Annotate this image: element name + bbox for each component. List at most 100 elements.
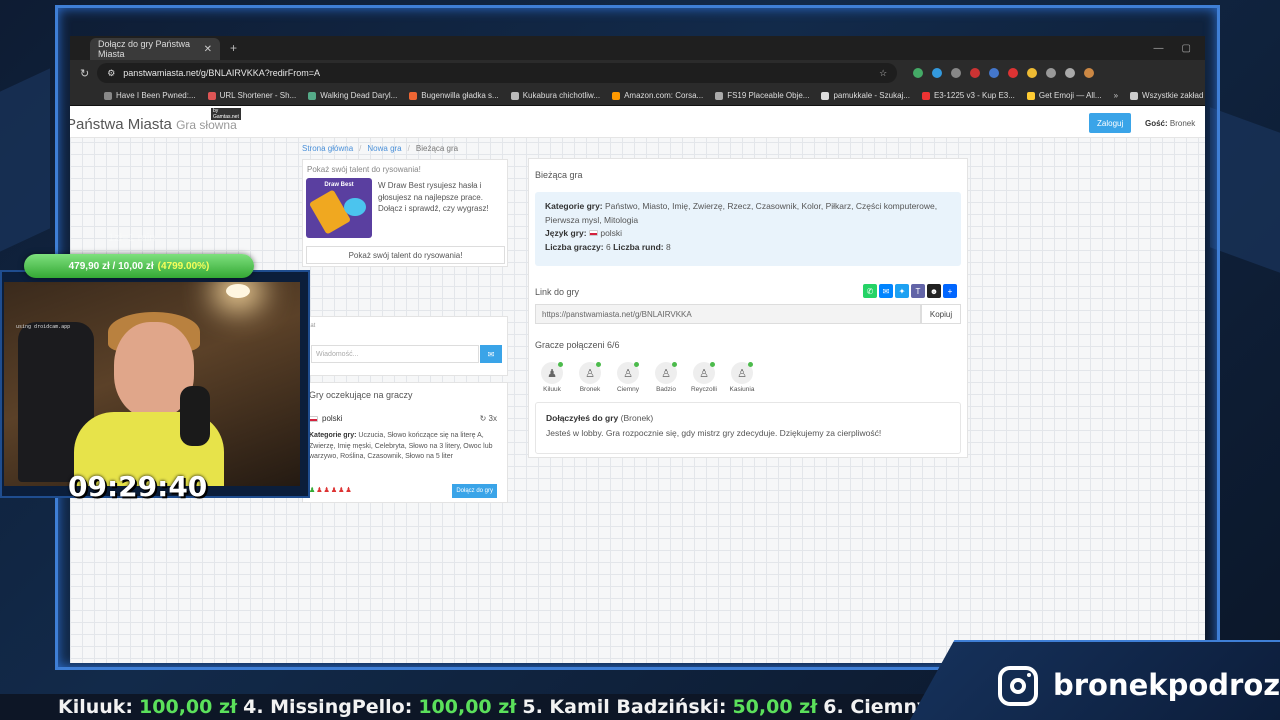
decor-shard xyxy=(0,68,50,252)
bookmark-star-icon[interactable]: ☆ xyxy=(879,68,887,79)
online-dot xyxy=(634,362,639,367)
bookmark-item[interactable]: pamukkale - Szukaj... xyxy=(821,91,910,100)
donation-percent: (4799.00%) xyxy=(157,260,210,272)
draw-best-image[interactable]: Draw Best xyxy=(306,178,372,238)
extension-icon[interactable] xyxy=(913,68,924,78)
user-icon: ♙ xyxy=(655,362,677,384)
ad-panel: Pokaż swój talent do rysowania! Draw Bes… xyxy=(302,159,508,267)
waiting-game-players-icon: ♟♟♟♟♟♟ xyxy=(309,487,353,494)
current-game-panel: Bieżąca gra Kategorie gry: Państwo, Mias… xyxy=(528,158,968,458)
online-dot xyxy=(672,362,677,367)
maximize-icon[interactable]: ▢ xyxy=(1182,43,1191,54)
bookmark-favicon-icon xyxy=(821,91,830,100)
bookmark-item[interactable]: Kukabura chichotliw... xyxy=(510,91,600,100)
new-tab-icon[interactable]: + xyxy=(230,41,237,55)
teams-icon[interactable]: T xyxy=(911,284,925,298)
messenger-icon[interactable]: ✉ xyxy=(879,284,893,298)
extension-icon[interactable] xyxy=(1027,68,1038,78)
game-counts: Liczba graczy: 6 Liczba rund: 8 xyxy=(545,241,671,252)
send-message-icon[interactable]: ✉ xyxy=(480,345,502,363)
profile-avatar[interactable] xyxy=(1084,68,1095,78)
instagram-handle: bronekpodroze xyxy=(1053,668,1280,702)
droidcam-watermark: using droidcam.app xyxy=(16,324,71,330)
share-buttons: ✆ ✉ ✦ T ☻ + xyxy=(863,284,957,298)
breadcrumb-new-game[interactable]: Nowa gra xyxy=(367,144,401,153)
bookmark-item[interactable]: Bugenwilla gładka s... xyxy=(409,91,499,100)
share-plus-icon[interactable]: + xyxy=(943,284,957,298)
user-icon: ♟ xyxy=(541,362,563,384)
bookmark-item[interactable]: FS19 Placeable Obje... xyxy=(715,91,809,100)
extension-icon[interactable] xyxy=(932,68,943,78)
whatsapp-icon[interactable]: ✆ xyxy=(863,284,877,298)
user-icon: ♙ xyxy=(693,362,715,384)
minimize-icon[interactable]: — xyxy=(1154,43,1164,54)
player-item: ♙ Kasiunia xyxy=(727,362,757,393)
waiting-game-categories: Kategorie gry: Uczucia, Słowo kończące s… xyxy=(309,432,493,460)
bookmark-item[interactable]: URL Shortener - Sh... xyxy=(207,91,296,100)
reload-icon[interactable]: ↻ xyxy=(80,67,89,80)
game-info-box: Kategorie gry: Państwo, Miasto, Imię, Zw… xyxy=(535,192,961,266)
site-logo[interactable]: Państwa Miasta Gra słowna by Gamtas.net xyxy=(70,108,241,133)
game-categories: Kategorie gry: Państwo, Miasto, Imię, Zw… xyxy=(545,201,938,225)
ad-text: W Draw Best rysujesz hasła i głosujesz n… xyxy=(378,181,489,214)
menu-icon[interactable] xyxy=(1065,68,1076,78)
joined-text: Jesteś w lobby. Gra rozpocznie się, gdy … xyxy=(546,428,882,439)
player-item: ♙ Bronek xyxy=(575,362,605,393)
tab-bar: Dołącz do gry Państwa Miasta ✕ + — ▢ xyxy=(70,36,1205,60)
current-game-title: Bieżąca gra xyxy=(535,170,583,180)
close-tab-icon[interactable]: ✕ xyxy=(204,44,212,55)
joined-message-box: Dołączyłeś do gry (Bronek) Jesteś w lobb… xyxy=(535,402,961,454)
tab-active[interactable]: Dołącz do gry Państwa Miasta ✕ xyxy=(90,38,220,60)
bookmark-item[interactable]: Get Emoji — All... xyxy=(1026,91,1102,100)
site-navbar: Państwa Miasta Gra słowna by Gamtas.net … xyxy=(70,106,1205,138)
player-item: ♙ Reyczolli xyxy=(689,362,719,393)
all-bookmarks-folder[interactable]: Wszystkie zakład xyxy=(1130,91,1203,100)
bookmark-favicon-icon xyxy=(510,91,519,100)
waiting-games-title: Gry oczekujące na graczy xyxy=(309,390,413,400)
chat-message-input[interactable]: Wiadomość... xyxy=(311,345,479,363)
address-bar[interactable]: ⚙ panstwamiasta.net/g/BNLAIRVKKA?redirFr… xyxy=(97,63,898,83)
ad-button[interactable]: Pokaż swój talent do rysowania! xyxy=(306,246,505,264)
more-bookmarks-icon[interactable]: » xyxy=(1114,91,1118,100)
guest-label: Gość: Bronek xyxy=(1145,119,1196,128)
bookmark-favicon-icon xyxy=(207,91,216,100)
bookmark-item[interactable]: E3-1225 v3 - Kup E3... xyxy=(921,91,1015,100)
game-link-field[interactable]: https://panstwamiasta.net/g/BNLAIRVKKA xyxy=(535,304,921,324)
bookmark-item[interactable]: Walking Dead Daryl... xyxy=(308,91,397,100)
online-dot xyxy=(748,362,753,367)
player-item: ♙ Ciemny xyxy=(613,362,643,393)
twitter-icon[interactable]: ✦ xyxy=(895,284,909,298)
copy-link-button[interactable]: Kopiuj xyxy=(921,304,961,324)
bookmark-favicon-icon xyxy=(104,91,112,100)
site-info-icon[interactable]: ⚙ xyxy=(107,68,115,79)
extension-icon[interactable] xyxy=(989,68,1000,78)
poland-flag-icon xyxy=(309,415,318,422)
game-link-label: Link do gry xyxy=(535,287,580,297)
ticker-name: 4. MissingPello: xyxy=(243,696,413,718)
joined-title: Dołączyłeś do gry (Bronek) xyxy=(546,413,654,423)
extension-icon[interactable] xyxy=(970,68,981,78)
bookmark-favicon-icon xyxy=(612,91,621,100)
webcam-feed: using droidcam.app xyxy=(4,282,300,486)
user-icon: ♙ xyxy=(731,362,753,384)
decor-shard xyxy=(1210,107,1280,273)
snapchat-icon[interactable]: ☻ xyxy=(927,284,941,298)
bookmark-item[interactable]: Amazon.com: Corsa... xyxy=(612,91,703,100)
breadcrumb-home[interactable]: Strona główna xyxy=(302,144,353,153)
bookmark-item[interactable]: Have I Been Pwned:... xyxy=(104,91,196,100)
extension-icon[interactable] xyxy=(1008,68,1019,78)
login-button[interactable]: Zaloguj xyxy=(1089,113,1132,133)
join-game-button[interactable]: Dołącz do gry xyxy=(452,484,497,498)
ticker-amount: 100,00 zł xyxy=(139,696,238,718)
folder-icon xyxy=(1130,91,1139,100)
waiting-games-panel: Gry oczekujące na graczy polski ↻ 3x Kat… xyxy=(302,382,508,503)
microphone-icon xyxy=(180,386,210,446)
waiting-game-rounds: ↻ 3x xyxy=(479,414,497,423)
donation-rate-text: 1zł=1 min xyxy=(108,232,156,244)
extension-icon[interactable] xyxy=(951,68,962,78)
donation-amount: 479,90 zł / 10,00 zł xyxy=(68,260,154,272)
poland-flag-icon xyxy=(588,230,598,237)
puzzle-icon[interactable] xyxy=(1046,68,1057,78)
instagram-icon xyxy=(998,666,1038,706)
player-item: ♙ Badzio xyxy=(651,362,681,393)
